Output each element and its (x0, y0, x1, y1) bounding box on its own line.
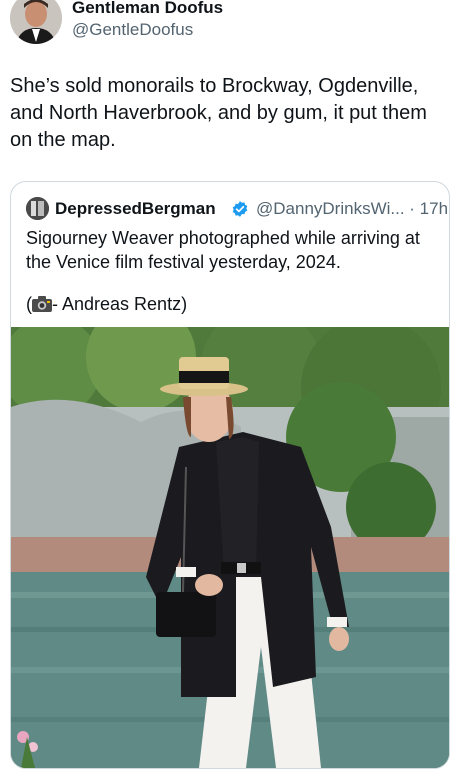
author-avatar[interactable] (10, 0, 62, 44)
quoted-author-avatar[interactable] (26, 197, 49, 220)
photo-credit: ( - Andreas Rentz) (26, 292, 187, 316)
quoted-tweet-text: Sigourney Weaver photographed while arri… (26, 228, 420, 272)
quoted-author-name[interactable]: DepressedBergman (55, 198, 216, 220)
author-handle[interactable]: @GentleDoofus (72, 19, 193, 41)
quoted-tweet-photo[interactable] (11, 327, 449, 768)
camera-icon (32, 296, 52, 312)
credit-text: - Andreas Rentz) (52, 294, 188, 314)
quoted-handle-time[interactable]: @DannyDrinksWi... · 17h (256, 198, 448, 220)
tweet-header: Gentleman Doofus @GentleDoofus (10, 0, 450, 48)
quoted-tweet-header: DepressedBergman @DannyDrinksWi... · 17h (26, 197, 448, 221)
verified-badge-icon (232, 201, 248, 217)
quoted-tweet-card[interactable]: DepressedBergman @DannyDrinksWi... · 17h… (10, 181, 450, 769)
tweet-text: She’s sold monorails to Brockway, Ogdenv… (10, 75, 427, 151)
author-name[interactable]: Gentleman Doofus (72, 0, 223, 19)
